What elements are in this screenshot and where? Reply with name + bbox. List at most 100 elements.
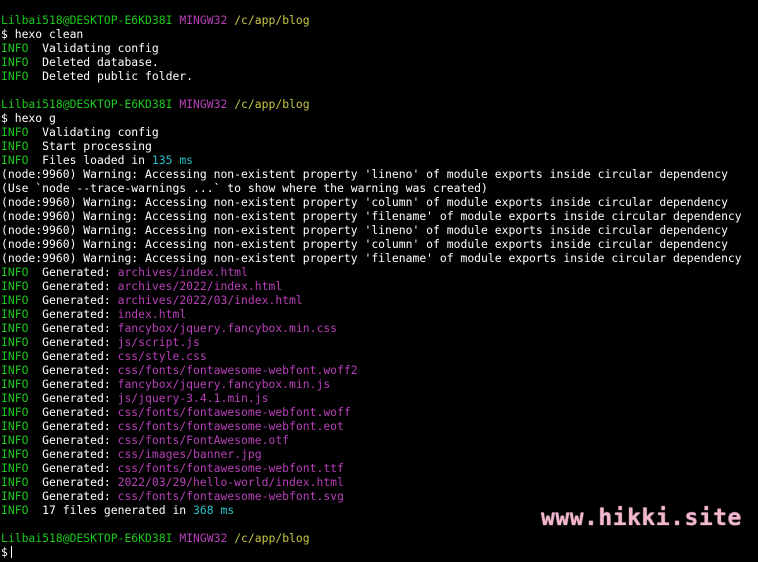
generated-file-path: css/fonts/fontawesome-webfont.woff bbox=[117, 405, 351, 419]
prompt-path: /c/app/blog bbox=[234, 531, 310, 545]
files-loaded-value: 135 bbox=[151, 153, 173, 167]
generated-line: INFO Generated: archives/2022/index.html bbox=[1, 279, 758, 293]
info-tag: INFO bbox=[1, 489, 29, 503]
info-tag: INFO bbox=[1, 279, 29, 293]
clean-output-line: INFO Validating config bbox=[1, 41, 758, 55]
generated-line: INFO Generated: js/jquery-3.4.1.min.js bbox=[1, 391, 758, 405]
generated-line: INFO Generated: css/fonts/fontawesome-we… bbox=[1, 405, 758, 419]
generated-label: Generated: bbox=[42, 293, 111, 307]
prompt-user: Lilbai518@DESKTOP-E6KD38I bbox=[1, 531, 173, 545]
generated-line: INFO Generated: index.html bbox=[1, 307, 758, 321]
prompt-line: Lilbai518@DESKTOP-E6KD38I MINGW32 /c/app… bbox=[1, 531, 758, 545]
generated-file-path: archives/2022/index.html bbox=[117, 279, 283, 293]
generated-file-path: css/fonts/fontawesome-webfont.eot bbox=[117, 419, 344, 433]
generated-line: INFO Generated: css/fonts/fontawesome-we… bbox=[1, 363, 758, 377]
prompt-shell: MINGW32 bbox=[179, 531, 228, 545]
warning-line: (node:9960) Warning: Accessing non-exist… bbox=[1, 251, 742, 265]
summary-value: 368 bbox=[193, 503, 214, 517]
warning-line: (node:9960) Warning: Accessing non-exist… bbox=[1, 195, 728, 209]
generated-label: Generated: bbox=[42, 307, 111, 321]
info-text: Start processing bbox=[42, 139, 152, 153]
info-text: Deleted database. bbox=[42, 55, 159, 69]
generated-label: Generated: bbox=[42, 461, 111, 475]
info-tag: INFO bbox=[1, 69, 29, 83]
generated-label: Generated: bbox=[42, 391, 111, 405]
generated-label: Generated: bbox=[42, 419, 111, 433]
files-loaded-unit: ms bbox=[179, 153, 194, 167]
warning-line: (node:9960) Warning: Accessing non-exist… bbox=[1, 209, 742, 223]
info-tag: INFO bbox=[1, 391, 29, 405]
files-loaded-line: INFO Files loaded in 135 ms bbox=[1, 153, 758, 167]
prompt-line: Lilbai518@DESKTOP-E6KD38I MINGW32 /c/app… bbox=[1, 97, 758, 111]
info-text: Deleted public folder. bbox=[42, 69, 194, 83]
generated-file-path: archives/2022/03/index.html bbox=[117, 293, 303, 307]
generated-file-path: css/images/banner.jpg bbox=[117, 447, 262, 461]
generated-line: INFO Generated: css/fonts/fontawesome-we… bbox=[1, 461, 758, 475]
generated-label: Generated: bbox=[42, 489, 111, 503]
info-tag: INFO bbox=[1, 377, 29, 391]
generated-label: Generated: bbox=[42, 377, 111, 391]
watermark: www.hikki.site bbox=[541, 505, 742, 531]
generated-file-path: fancybox/jquery.fancybox.min.css bbox=[117, 321, 338, 335]
info-tag: INFO bbox=[1, 265, 29, 279]
generated-line: INFO Generated: css/fonts/FontAwesome.ot… bbox=[1, 433, 758, 447]
clean-output-line: INFO Deleted public folder. bbox=[1, 69, 758, 83]
info-tag: INFO bbox=[1, 293, 29, 307]
generated-file-path: css/fonts/fontawesome-webfont.ttf bbox=[117, 461, 344, 475]
info-tag: INFO bbox=[1, 349, 29, 363]
input-prompt: $ bbox=[1, 545, 8, 559]
info-tag: INFO bbox=[1, 419, 29, 433]
info-tag: INFO bbox=[1, 475, 29, 489]
prompt-user: Lilbai518@DESKTOP-E6KD38I bbox=[1, 97, 173, 111]
info-tag: INFO bbox=[1, 41, 29, 55]
info-tag: INFO bbox=[1, 125, 29, 139]
generated-file-path: css/fonts/fontawesome-webfont.woff2 bbox=[117, 363, 358, 377]
info-text: Validating config bbox=[42, 41, 159, 55]
terminal-output: Lilbai518@DESKTOP-E6KD38I MINGW32 /c/app… bbox=[1, 13, 758, 559]
generated-label: Generated: bbox=[42, 321, 111, 335]
info-tag: INFO bbox=[1, 153, 29, 167]
generated-line: INFO Generated: js/script.js bbox=[1, 335, 758, 349]
generated-file-path: css/fonts/fontawesome-webfont.svg bbox=[117, 489, 344, 503]
summary-unit: ms bbox=[220, 503, 235, 517]
prompt-line: Lilbai518@DESKTOP-E6KD38I MINGW32 /c/app… bbox=[1, 13, 758, 27]
info-tag: INFO bbox=[1, 447, 29, 461]
generated-line: INFO Generated: css/style.css bbox=[1, 349, 758, 363]
generated-label: Generated: bbox=[42, 447, 111, 461]
generated-label: Generated: bbox=[42, 433, 111, 447]
info-tag: INFO bbox=[1, 335, 29, 349]
warning-line: (node:9960) Warning: Accessing non-exist… bbox=[1, 237, 728, 251]
generated-file-path: fancybox/jquery.fancybox.min.js bbox=[117, 377, 331, 391]
gen-info-line: INFO Validating config bbox=[1, 125, 758, 139]
generated-line: INFO Generated: archives/2022/03/index.h… bbox=[1, 293, 758, 307]
generated-line: INFO Generated: fancybox/jquery.fancybox… bbox=[1, 377, 758, 391]
info-tag: INFO bbox=[1, 307, 29, 321]
files-loaded-text: Files loaded in bbox=[42, 153, 146, 167]
generated-label: Generated: bbox=[42, 349, 111, 363]
command-line: $ hexo g bbox=[1, 111, 56, 125]
info-tag: INFO bbox=[1, 461, 29, 475]
command-line: $ hexo clean bbox=[1, 27, 84, 41]
generated-label: Generated: bbox=[42, 335, 111, 349]
generated-file-path: css/style.css bbox=[117, 349, 207, 363]
generated-file-path: archives/index.html bbox=[117, 265, 248, 279]
info-tag: INFO bbox=[1, 405, 29, 419]
generated-line: INFO Generated: css/fonts/fontawesome-we… bbox=[1, 419, 758, 433]
prompt-shell: MINGW32 bbox=[179, 97, 228, 111]
generated-label: Generated: bbox=[42, 475, 111, 489]
info-tag: INFO bbox=[1, 363, 29, 377]
generated-line: INFO Generated: 2022/03/29/hello-world/i… bbox=[1, 475, 758, 489]
generated-label: Generated: bbox=[42, 405, 111, 419]
prompt-path: /c/app/blog bbox=[234, 13, 310, 27]
info-text: Validating config bbox=[42, 125, 159, 139]
gen-info-line: INFO Start processing bbox=[1, 139, 758, 153]
generated-file-path: js/jquery-3.4.1.min.js bbox=[117, 391, 269, 405]
generated-line: INFO Generated: fancybox/jquery.fancybox… bbox=[1, 321, 758, 335]
prompt-path: /c/app/blog bbox=[234, 97, 310, 111]
input-line[interactable]: $ bbox=[1, 545, 758, 559]
info-tag: INFO bbox=[1, 139, 29, 153]
generated-line: INFO Generated: css/images/banner.jpg bbox=[1, 447, 758, 461]
warning-line: (node:9960) Warning: Accessing non-exist… bbox=[1, 167, 728, 181]
generated-label: Generated: bbox=[42, 265, 111, 279]
